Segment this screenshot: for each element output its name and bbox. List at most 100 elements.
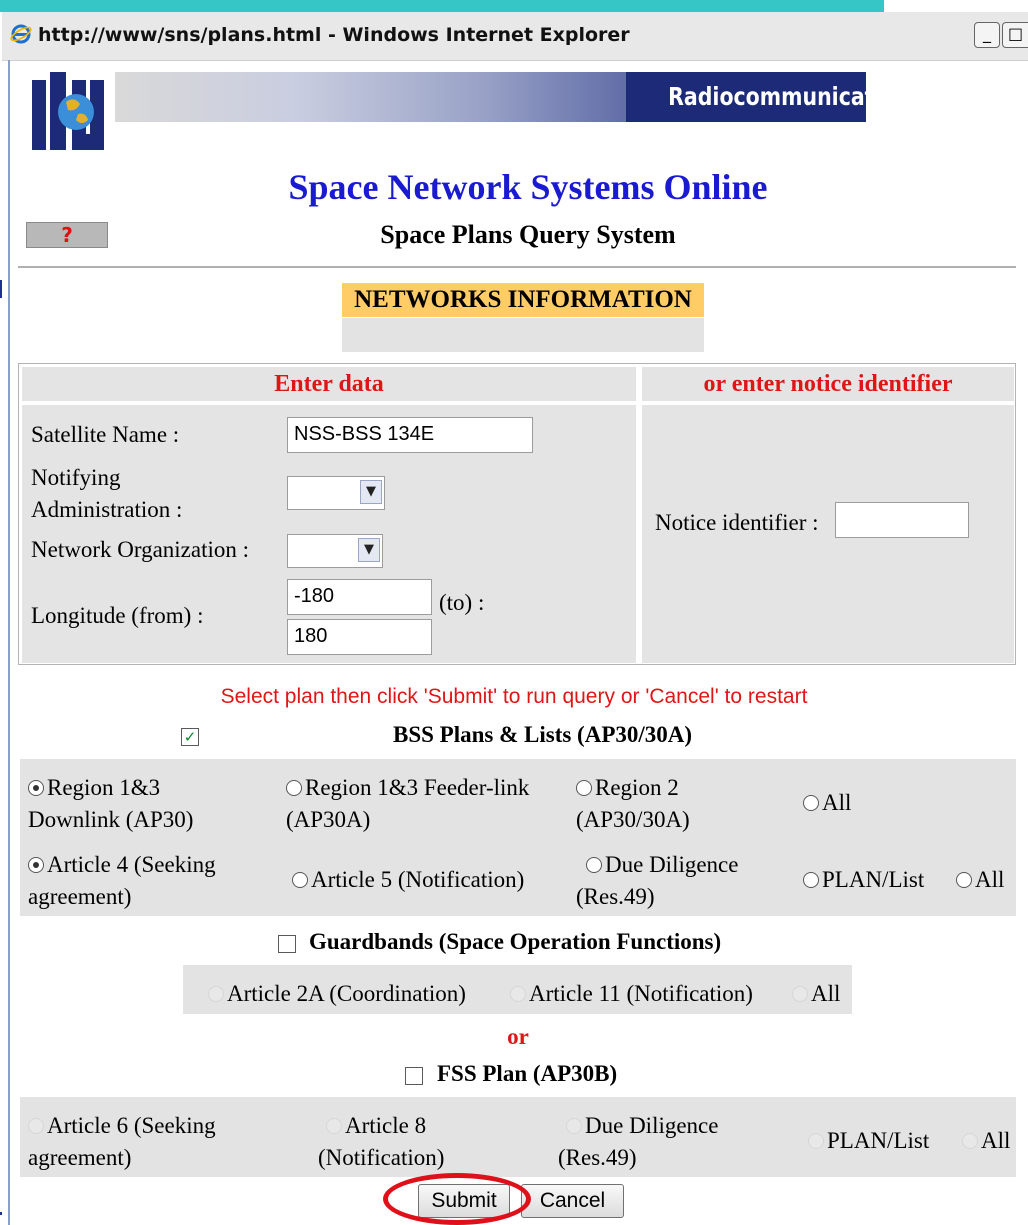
longitude-to-input[interactable]: 180 xyxy=(287,619,432,655)
option-label-line2: Downlink (AP30) xyxy=(28,807,194,832)
or-label: or xyxy=(507,1024,529,1049)
option-label: Article 5 (Notification) xyxy=(311,867,525,892)
fss-option-plan-list[interactable]: PLAN/List xyxy=(808,1125,929,1157)
longitude-to-label: (to) : xyxy=(439,590,485,615)
bss-option-all-regions[interactable]: All xyxy=(803,787,851,819)
radio-icon[interactable] xyxy=(292,872,308,888)
bss-option-due-diligence[interactable]: Due Diligence (Res.49) xyxy=(576,849,738,913)
enter-data-header: Enter data xyxy=(274,371,384,397)
guardbands-section-title: Guardbands (Space Operation Functions) xyxy=(309,929,722,954)
option-label: All xyxy=(811,981,841,1006)
radio-disabled-icon[interactable] xyxy=(326,1118,342,1134)
option-label-line2: agreement) xyxy=(28,1145,132,1170)
radio-icon[interactable] xyxy=(586,857,602,873)
option-label: Article 6 (Seeking xyxy=(47,1113,216,1138)
cancel-button[interactable]: Cancel xyxy=(521,1184,624,1218)
bss-option-article5[interactable]: Article 5 (Notification) xyxy=(292,864,524,896)
query-form-table: Enter data or enter notice identifier Sa… xyxy=(18,363,1016,665)
radio-selected-icon[interactable] xyxy=(28,857,44,873)
bss-option-region2[interactable]: Region 2 (AP30/30A) xyxy=(576,772,690,836)
option-label: Region 1&3 Feeder-link xyxy=(305,775,530,800)
option-label: Region 1&3 xyxy=(47,775,161,800)
option-label-line2: (AP30A) xyxy=(286,807,371,832)
radio-disabled-icon[interactable] xyxy=(962,1133,978,1149)
option-label: Due Diligence xyxy=(605,852,739,877)
option-label-line2: (Res.49) xyxy=(576,884,655,909)
guardbands-checkbox[interactable] xyxy=(278,935,296,953)
fss-option-all[interactable]: All xyxy=(962,1125,1010,1157)
divider xyxy=(18,266,1016,268)
itu-logo xyxy=(32,72,104,150)
satellite-name-label: Satellite Name : xyxy=(31,422,180,447)
internet-explorer-icon xyxy=(10,24,32,44)
network-organization-label: Network Organization : xyxy=(31,537,250,562)
networks-information-bar xyxy=(342,318,704,352)
notifying-administration-label-line1: Notifying xyxy=(31,465,121,490)
minimize-button[interactable]: _ xyxy=(974,22,1000,48)
option-label-line2: (Res.49) xyxy=(558,1145,637,1170)
radio-icon[interactable] xyxy=(803,795,819,811)
radio-disabled-icon[interactable] xyxy=(566,1118,582,1134)
notice-identifier-header: or enter notice identifier xyxy=(703,371,953,397)
radio-disabled-icon[interactable] xyxy=(808,1133,824,1149)
network-organization-select[interactable]: ▼ xyxy=(287,534,383,568)
radio-icon[interactable] xyxy=(286,780,302,796)
guardbands-option-article11[interactable]: Article 11 (Notification) xyxy=(510,978,753,1010)
option-label: All xyxy=(981,1128,1011,1153)
option-label: Article 11 (Notification) xyxy=(529,981,753,1006)
bss-checkbox[interactable]: ✓ xyxy=(181,728,199,746)
slide-top-strip xyxy=(0,0,884,12)
fss-checkbox[interactable] xyxy=(405,1067,423,1085)
window-title: http://www/sns/plans.html - Windows Inte… xyxy=(38,24,630,46)
bss-option-region13-downlink[interactable]: Region 1&3 Downlink (AP30) xyxy=(28,772,193,836)
notice-identifier-input[interactable] xyxy=(835,502,969,538)
chevron-down-icon[interactable]: ▼ xyxy=(360,480,382,504)
longitude-from-input[interactable]: -180 xyxy=(287,579,432,615)
bss-option-region13-feeder[interactable]: Region 1&3 Feeder-link (AP30A) xyxy=(286,772,529,836)
guardbands-option-article2a[interactable]: Article 2A (Coordination) xyxy=(208,978,466,1010)
bss-option-all[interactable]: All xyxy=(956,864,1004,896)
notifying-administration-select[interactable]: ▼ xyxy=(287,476,385,510)
bss-option-plan-list[interactable]: PLAN/List xyxy=(803,864,924,896)
bss-option-article4[interactable]: Article 4 (Seeking agreement) xyxy=(28,849,216,913)
option-label: PLAN/List xyxy=(827,1128,930,1153)
longitude-from-label: Longitude (from) : xyxy=(31,603,204,628)
option-label: PLAN/List xyxy=(822,867,925,892)
radio-icon[interactable] xyxy=(576,780,592,796)
satellite-name-input[interactable]: NSS-BSS 134E xyxy=(287,417,533,453)
option-label: All xyxy=(975,867,1005,892)
guardbands-option-all[interactable]: All xyxy=(792,978,840,1010)
banner-text: Radiocommunication xyxy=(668,82,911,111)
radio-disabled-icon[interactable] xyxy=(28,1118,44,1134)
notifying-administration-label-line2: Administration : xyxy=(31,497,183,522)
option-label: Article 2A (Coordination) xyxy=(227,981,466,1006)
option-label: Article 8 xyxy=(345,1113,427,1138)
option-label: Due Diligence xyxy=(585,1113,719,1138)
page-subtitle: Space Plans Query System xyxy=(380,220,676,249)
chevron-down-icon[interactable]: ▼ xyxy=(358,538,380,562)
option-label: Article 4 (Seeking xyxy=(47,852,216,877)
radio-disabled-icon[interactable] xyxy=(792,986,808,1002)
radio-disabled-icon[interactable] xyxy=(208,986,224,1002)
page-title: Space Network Systems Online xyxy=(288,167,768,207)
option-label: Region 2 xyxy=(595,775,679,800)
option-label-line2: (AP30/30A) xyxy=(576,807,690,832)
checkmark-icon: ✓ xyxy=(183,728,197,746)
option-label-line2: agreement) xyxy=(28,884,132,909)
radio-disabled-icon[interactable] xyxy=(510,986,526,1002)
notice-identifier-label: Notice identifier : xyxy=(655,510,819,535)
option-label: All xyxy=(822,790,852,815)
bss-section-title: BSS Plans & Lists (AP30/30A) xyxy=(393,722,693,747)
fss-option-article8[interactable]: Article 8 (Notification) xyxy=(318,1110,444,1174)
fss-option-due-diligence[interactable]: Due Diligence (Res.49) xyxy=(558,1110,719,1174)
radio-icon[interactable] xyxy=(803,872,819,888)
submit-highlight-annotation xyxy=(383,1173,531,1225)
banner-gradient xyxy=(115,72,635,122)
radio-selected-icon[interactable] xyxy=(28,780,44,796)
radio-icon[interactable] xyxy=(956,872,972,888)
slide-top-strip-white xyxy=(884,0,1028,12)
fss-option-article6[interactable]: Article 6 (Seeking agreement) xyxy=(28,1110,216,1174)
maximize-button[interactable]: □ xyxy=(1002,22,1028,48)
networks-information-label: NETWORKS INFORMATION xyxy=(342,283,704,317)
title-bar[interactable]: http://www/sns/plans.html - Windows Inte… xyxy=(2,12,1028,61)
